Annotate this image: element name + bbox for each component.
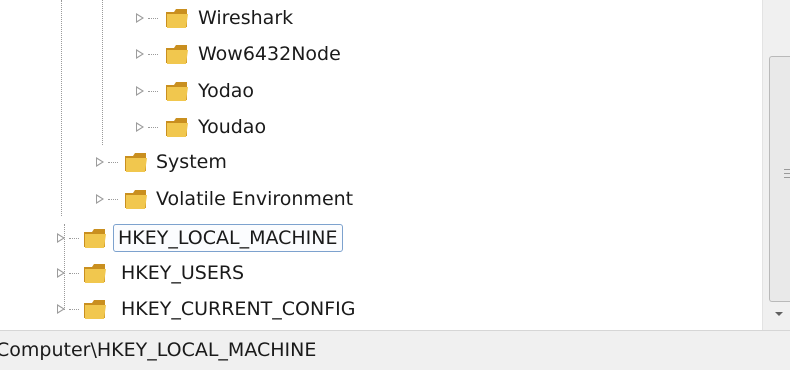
tree-node-wow6432node[interactable]: Wow6432Node xyxy=(0,38,370,72)
folder-icon xyxy=(84,264,106,283)
tree-connector xyxy=(108,162,118,163)
folder-icon xyxy=(166,9,188,28)
tree-node-label: HKEY_USERS xyxy=(121,262,245,284)
registry-tree[interactable]: Wireshark Wow6432Node Yodao Youdao Syste… xyxy=(0,0,762,330)
tree-node-yodao[interactable]: Yodao xyxy=(0,75,300,109)
expand-arrow-icon[interactable] xyxy=(136,13,144,23)
expand-arrow-icon[interactable] xyxy=(57,268,65,278)
expand-arrow-icon[interactable] xyxy=(136,122,144,132)
expand-arrow-icon[interactable] xyxy=(96,157,104,167)
folder-icon xyxy=(166,82,188,101)
expand-arrow-icon[interactable] xyxy=(96,194,104,204)
tree-node-label: Wireshark xyxy=(198,7,294,29)
scroll-down-arrow-icon[interactable] xyxy=(775,312,783,316)
folder-icon xyxy=(125,153,147,172)
tree-node-volatile-environment[interactable]: Volatile Environment xyxy=(0,183,400,217)
tree-node-label: Youdao xyxy=(198,116,267,138)
scrollbar-grip xyxy=(784,169,790,170)
folder-icon xyxy=(166,118,188,137)
tree-node-system[interactable]: System xyxy=(0,146,280,180)
tree-node-hkey-local-machine[interactable]: HKEY_LOCAL_MACHINE xyxy=(0,222,400,256)
tree-connector xyxy=(69,238,79,239)
tree-connector xyxy=(148,18,158,19)
scrollbar-thumb[interactable] xyxy=(769,56,790,302)
vertical-scrollbar[interactable] xyxy=(762,0,790,330)
tree-connector xyxy=(108,199,118,200)
tree-node-youdao[interactable]: Youdao xyxy=(0,111,300,145)
tree-node-label: HKEY_CURRENT_CONFIG xyxy=(121,298,356,320)
tree-node-hkey-current-config[interactable]: HKEY_CURRENT_CONFIG xyxy=(0,293,420,327)
scrollbar-grip xyxy=(784,173,790,174)
tree-node-label: Volatile Environment xyxy=(156,188,354,210)
expand-arrow-icon[interactable] xyxy=(136,49,144,59)
tree-node-label: System xyxy=(156,151,227,173)
tree-node-hkey-users[interactable]: HKEY_USERS xyxy=(0,257,300,291)
scrollbar-grip xyxy=(784,177,790,178)
tree-connector xyxy=(69,309,79,310)
expand-arrow-icon[interactable] xyxy=(57,233,65,243)
tree-connector xyxy=(148,127,158,128)
tree-node-label: HKEY_LOCAL_MACHINE xyxy=(113,224,343,252)
tree-node-label: Wow6432Node xyxy=(198,43,341,65)
tree-node-wireshark[interactable]: Wireshark xyxy=(0,2,330,36)
tree-connector xyxy=(148,91,158,92)
tree-connector xyxy=(69,273,79,274)
folder-icon xyxy=(84,229,106,248)
folder-icon xyxy=(166,45,188,64)
tree-connector xyxy=(148,54,158,55)
status-bar: Computer\HKEY_LOCAL_MACHINE xyxy=(0,330,790,370)
registry-path: Computer\HKEY_LOCAL_MACHINE xyxy=(0,339,317,361)
expand-arrow-icon[interactable] xyxy=(136,86,144,96)
folder-icon xyxy=(84,300,106,319)
tree-node-label: Yodao xyxy=(198,80,255,102)
folder-icon xyxy=(125,190,147,209)
expand-arrow-icon[interactable] xyxy=(57,304,65,314)
